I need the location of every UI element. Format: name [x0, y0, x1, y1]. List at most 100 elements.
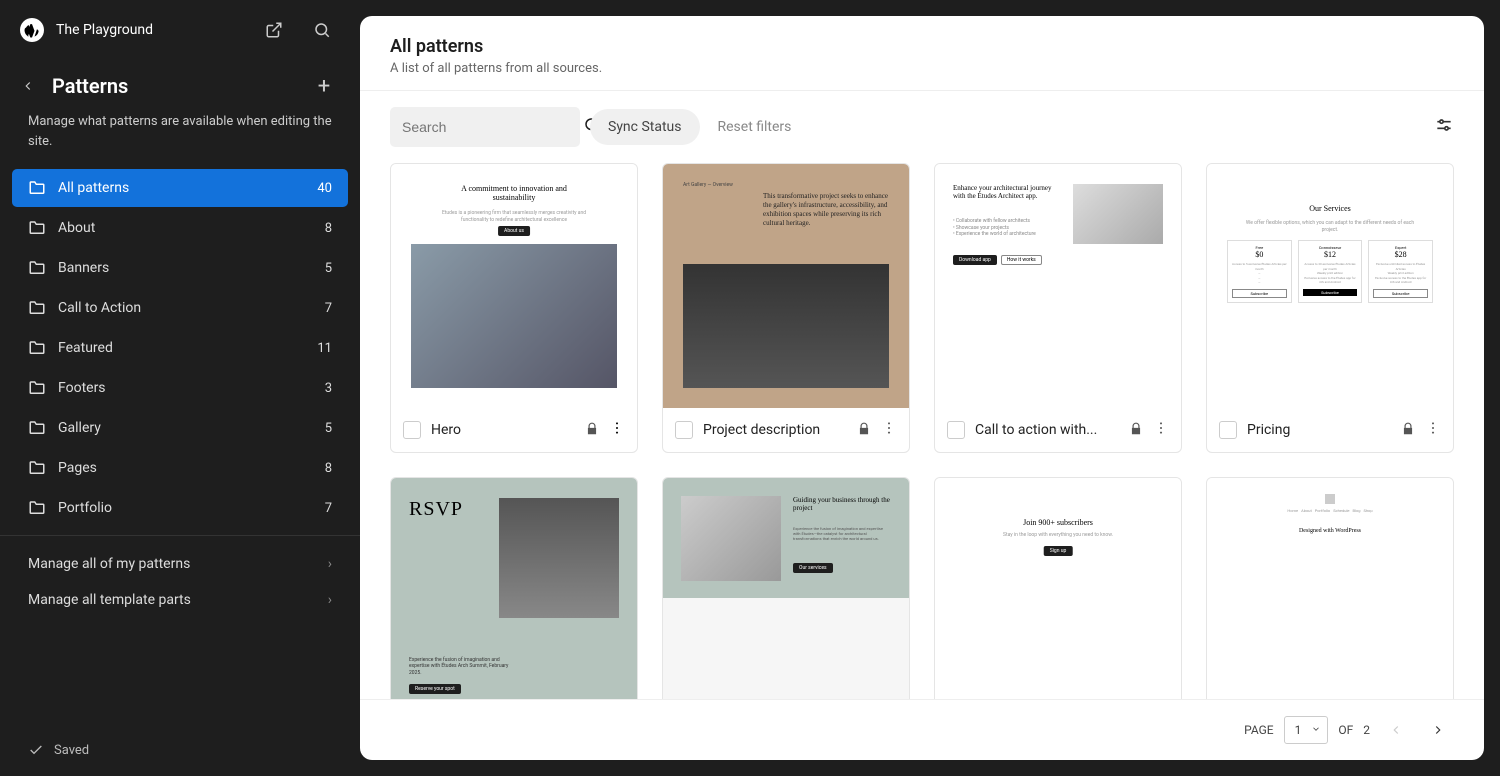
pattern-preview: RSVP Experience the fusion of imaginatio… — [391, 478, 637, 699]
nav-label: Call to Action — [58, 300, 313, 316]
folder-icon — [28, 459, 46, 477]
nav-item-featured[interactable]: Featured 11 — [12, 329, 348, 367]
pattern-checkbox[interactable] — [1219, 421, 1237, 439]
pattern-preview: Home About Portfolio Schedule Blog Shop … — [1207, 478, 1453, 699]
pattern-card[interactable]: Art Gallery — Overview This transformati… — [662, 163, 910, 453]
pattern-card[interactable]: Our Services We offer flexible options, … — [1206, 163, 1454, 453]
pattern-preview: Guiding your business through the projec… — [663, 478, 909, 699]
pattern-checkbox[interactable] — [675, 421, 693, 439]
folder-icon — [28, 259, 46, 277]
lock-icon — [857, 421, 871, 440]
nav-label: Footers — [58, 380, 313, 396]
chevron-down-icon — [1311, 723, 1321, 737]
pattern-card-footer: Hero — [391, 408, 637, 452]
total-pages: 2 — [1363, 723, 1370, 737]
pattern-title: Call to action with... — [975, 422, 1119, 438]
reset-filters-link[interactable]: Reset filters — [710, 119, 800, 135]
folder-icon — [28, 499, 46, 517]
panel-description: A list of all patterns from all sources. — [390, 61, 1454, 76]
pattern-card[interactable]: A commitment to innovation andsustainabi… — [390, 163, 638, 453]
pattern-checkbox[interactable] — [947, 421, 965, 439]
external-link-icon[interactable] — [256, 12, 292, 48]
lock-icon — [1129, 421, 1143, 440]
pattern-title: Project description — [703, 422, 847, 438]
nav-item-gallery[interactable]: Gallery 5 — [12, 409, 348, 447]
pattern-preview: Our Services We offer flexible options, … — [1207, 164, 1453, 408]
pattern-card[interactable]: RSVP Experience the fusion of imaginatio… — [390, 477, 638, 699]
add-pattern-button[interactable]: + — [308, 70, 340, 102]
more-actions-icon[interactable] — [609, 420, 625, 440]
saved-status: Saved — [0, 724, 360, 776]
search-input[interactable] — [402, 119, 583, 135]
main-panel: All patterns A list of all patterns from… — [360, 16, 1484, 760]
sync-status-filter[interactable]: Sync Status — [590, 109, 700, 145]
nav-count: 8 — [325, 221, 332, 236]
manage-links: Manage all of my patterns › Manage all t… — [0, 535, 360, 628]
folder-icon — [28, 179, 46, 197]
pattern-card-footer: Call to action with... — [935, 408, 1181, 452]
filter-bar: Sync Status Reset filters — [360, 91, 1484, 163]
nav-item-footers[interactable]: Footers 3 — [12, 369, 348, 407]
pattern-card-footer: Project description — [663, 408, 909, 452]
panel-title: All patterns — [390, 36, 1454, 57]
pattern-title: Pricing — [1247, 422, 1391, 438]
pattern-preview: Enhance your architectural journey with … — [935, 164, 1181, 408]
more-actions-icon[interactable] — [881, 420, 897, 440]
manage-template-parts-link[interactable]: Manage all template parts › — [12, 582, 348, 618]
section-header: Patterns + — [0, 60, 360, 112]
folder-icon — [28, 419, 46, 437]
nav-label: Pages — [58, 460, 313, 476]
search-icon[interactable] — [304, 12, 340, 48]
nav-count: 40 — [317, 181, 332, 196]
pattern-card[interactable]: Home About Portfolio Schedule Blog Shop … — [1206, 477, 1454, 699]
nav-count: 11 — [317, 341, 332, 356]
nav-count: 7 — [325, 301, 332, 316]
more-actions-icon[interactable] — [1153, 420, 1169, 440]
next-page-button[interactable] — [1422, 714, 1454, 746]
of-label: OF — [1338, 723, 1353, 737]
nav-label: Banners — [58, 260, 313, 276]
nav-item-portfolio[interactable]: Portfolio 7 — [12, 489, 348, 527]
nav-count: 7 — [325, 501, 332, 516]
nav-label: About — [58, 220, 313, 236]
more-actions-icon[interactable] — [1425, 420, 1441, 440]
pattern-card-footer: Pricing — [1207, 408, 1453, 452]
pattern-preview: Art Gallery — Overview This transformati… — [663, 164, 909, 408]
pattern-card[interactable]: Enhance your architectural journey with … — [934, 163, 1182, 453]
check-icon — [28, 742, 44, 758]
pattern-card[interactable]: Guiding your business through the projec… — [662, 477, 910, 699]
nav-item-all-patterns[interactable]: All patterns 40 — [12, 169, 348, 207]
view-options-icon[interactable] — [1434, 115, 1454, 139]
manage-my-patterns-link[interactable]: Manage all of my patterns › — [12, 546, 348, 582]
patterns-grid: A commitment to innovation andsustainabi… — [390, 163, 1454, 699]
pattern-checkbox[interactable] — [403, 421, 421, 439]
nav-item-about[interactable]: About 8 — [12, 209, 348, 247]
nav-count: 5 — [325, 261, 332, 276]
nav-label: Featured — [58, 340, 305, 356]
prev-page-button[interactable] — [1380, 714, 1412, 746]
wordpress-logo-icon[interactable] — [20, 18, 44, 42]
nav-count: 8 — [325, 461, 332, 476]
chevron-right-icon: › — [328, 592, 332, 608]
folder-icon — [28, 219, 46, 237]
nav-count: 5 — [325, 421, 332, 436]
patterns-grid-scroll[interactable]: A commitment to innovation andsustainabi… — [360, 163, 1484, 699]
nav-label: Portfolio — [58, 500, 313, 516]
nav-item-call-to-action[interactable]: Call to Action 7 — [12, 289, 348, 327]
nav-label: All patterns — [58, 180, 305, 196]
pattern-card[interactable]: Join 900+ subscribers Stay in the loop w… — [934, 477, 1182, 699]
saved-label: Saved — [54, 743, 89, 758]
folder-icon — [28, 339, 46, 357]
folder-icon — [28, 299, 46, 317]
nav-item-pages[interactable]: Pages 8 — [12, 449, 348, 487]
search-box[interactable] — [390, 107, 580, 147]
back-button[interactable] — [12, 70, 44, 102]
page-label: PAGE — [1244, 723, 1274, 737]
pattern-categories-nav: All patterns 40 About 8 Banners 5 Call t… — [0, 169, 360, 529]
current-page: 1 — [1295, 723, 1302, 737]
pagination: PAGE 1 OF 2 — [360, 699, 1484, 760]
page-select[interactable]: 1 — [1284, 716, 1329, 744]
site-title[interactable]: The Playground — [56, 22, 244, 38]
nav-item-banners[interactable]: Banners 5 — [12, 249, 348, 287]
manage-label: Manage all of my patterns — [28, 556, 190, 572]
